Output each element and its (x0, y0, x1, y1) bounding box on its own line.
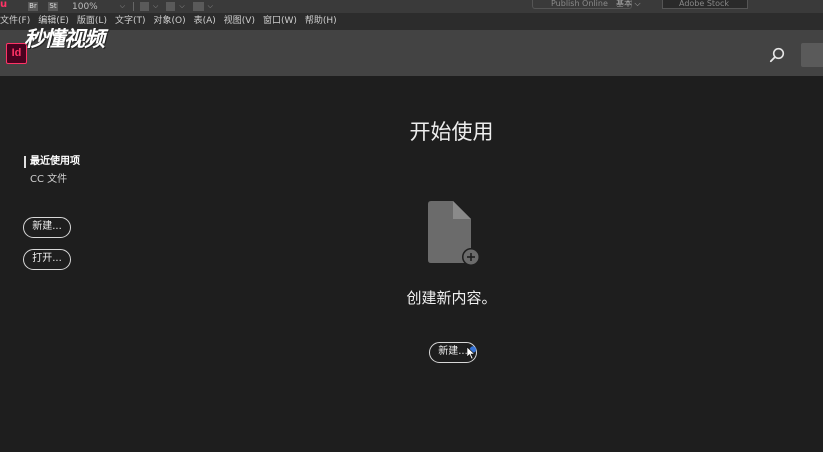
mouse-cursor-icon (466, 346, 477, 360)
stock-button[interactable]: St (48, 2, 58, 11)
new-document-icon (428, 201, 480, 266)
menu-table[interactable]: 表(A) (190, 13, 220, 30)
bridge-button[interactable]: Br (28, 2, 38, 11)
arrange-documents-icon[interactable] (192, 2, 204, 11)
control-toolbar: u Br St 100% ⌵ ⌵ ⌵ ⌵ Publish Online 基本 ⌵… (0, 0, 823, 13)
stock-search-input[interactable]: Adobe Stock (662, 0, 748, 9)
menu-type[interactable]: 文字(T) (111, 13, 150, 30)
menu-window[interactable]: 窗口(W) (259, 13, 301, 30)
create-new-subtitle: 创建新内容。 (406, 289, 497, 307)
divider (133, 2, 135, 11)
chevron-down-icon[interactable]: ⌵ (153, 2, 158, 11)
nav-cc-files[interactable]: CC 文件 (30, 174, 67, 186)
chevron-down-icon[interactable]: ⌵ (208, 2, 213, 11)
nav-recent-items[interactable]: 最近使用项 (24, 156, 80, 168)
menu-help[interactable]: 帮助(H) (301, 13, 341, 30)
home-header: Id (0, 30, 823, 76)
page-title: 开始使用 (409, 120, 494, 144)
workspace-switcher[interactable]: 基本 ⌵ (616, 0, 641, 8)
menu-object[interactable]: 对象(O) (150, 13, 190, 30)
menu-bar: 文件(F) 编辑(E) 版面(L) 文字(T) 对象(O) 表(A) 视图(V)… (0, 13, 823, 30)
workspace-label: 基本 (616, 0, 632, 8)
publish-online-label: Publish Online (551, 0, 608, 8)
user-account-button[interactable] (801, 43, 823, 67)
chevron-down-icon[interactable]: ⌵ (120, 2, 125, 11)
new-document-button[interactable]: 新建... (23, 217, 71, 238)
view-options-icon[interactable] (140, 2, 150, 11)
menu-view[interactable]: 视图(V) (220, 13, 259, 30)
app-logo-fragment: u (0, 0, 8, 10)
chevron-down-icon[interactable]: ⌵ (179, 2, 184, 11)
video-watermark: 秒懂视频 (24, 27, 105, 51)
screen-mode-icon[interactable] (166, 2, 176, 11)
search-icon[interactable] (769, 47, 785, 63)
stock-search-placeholder: Adobe Stock (679, 0, 729, 8)
open-document-button[interactable]: 打开... (23, 249, 71, 270)
zoom-level[interactable]: 100% (72, 2, 98, 12)
